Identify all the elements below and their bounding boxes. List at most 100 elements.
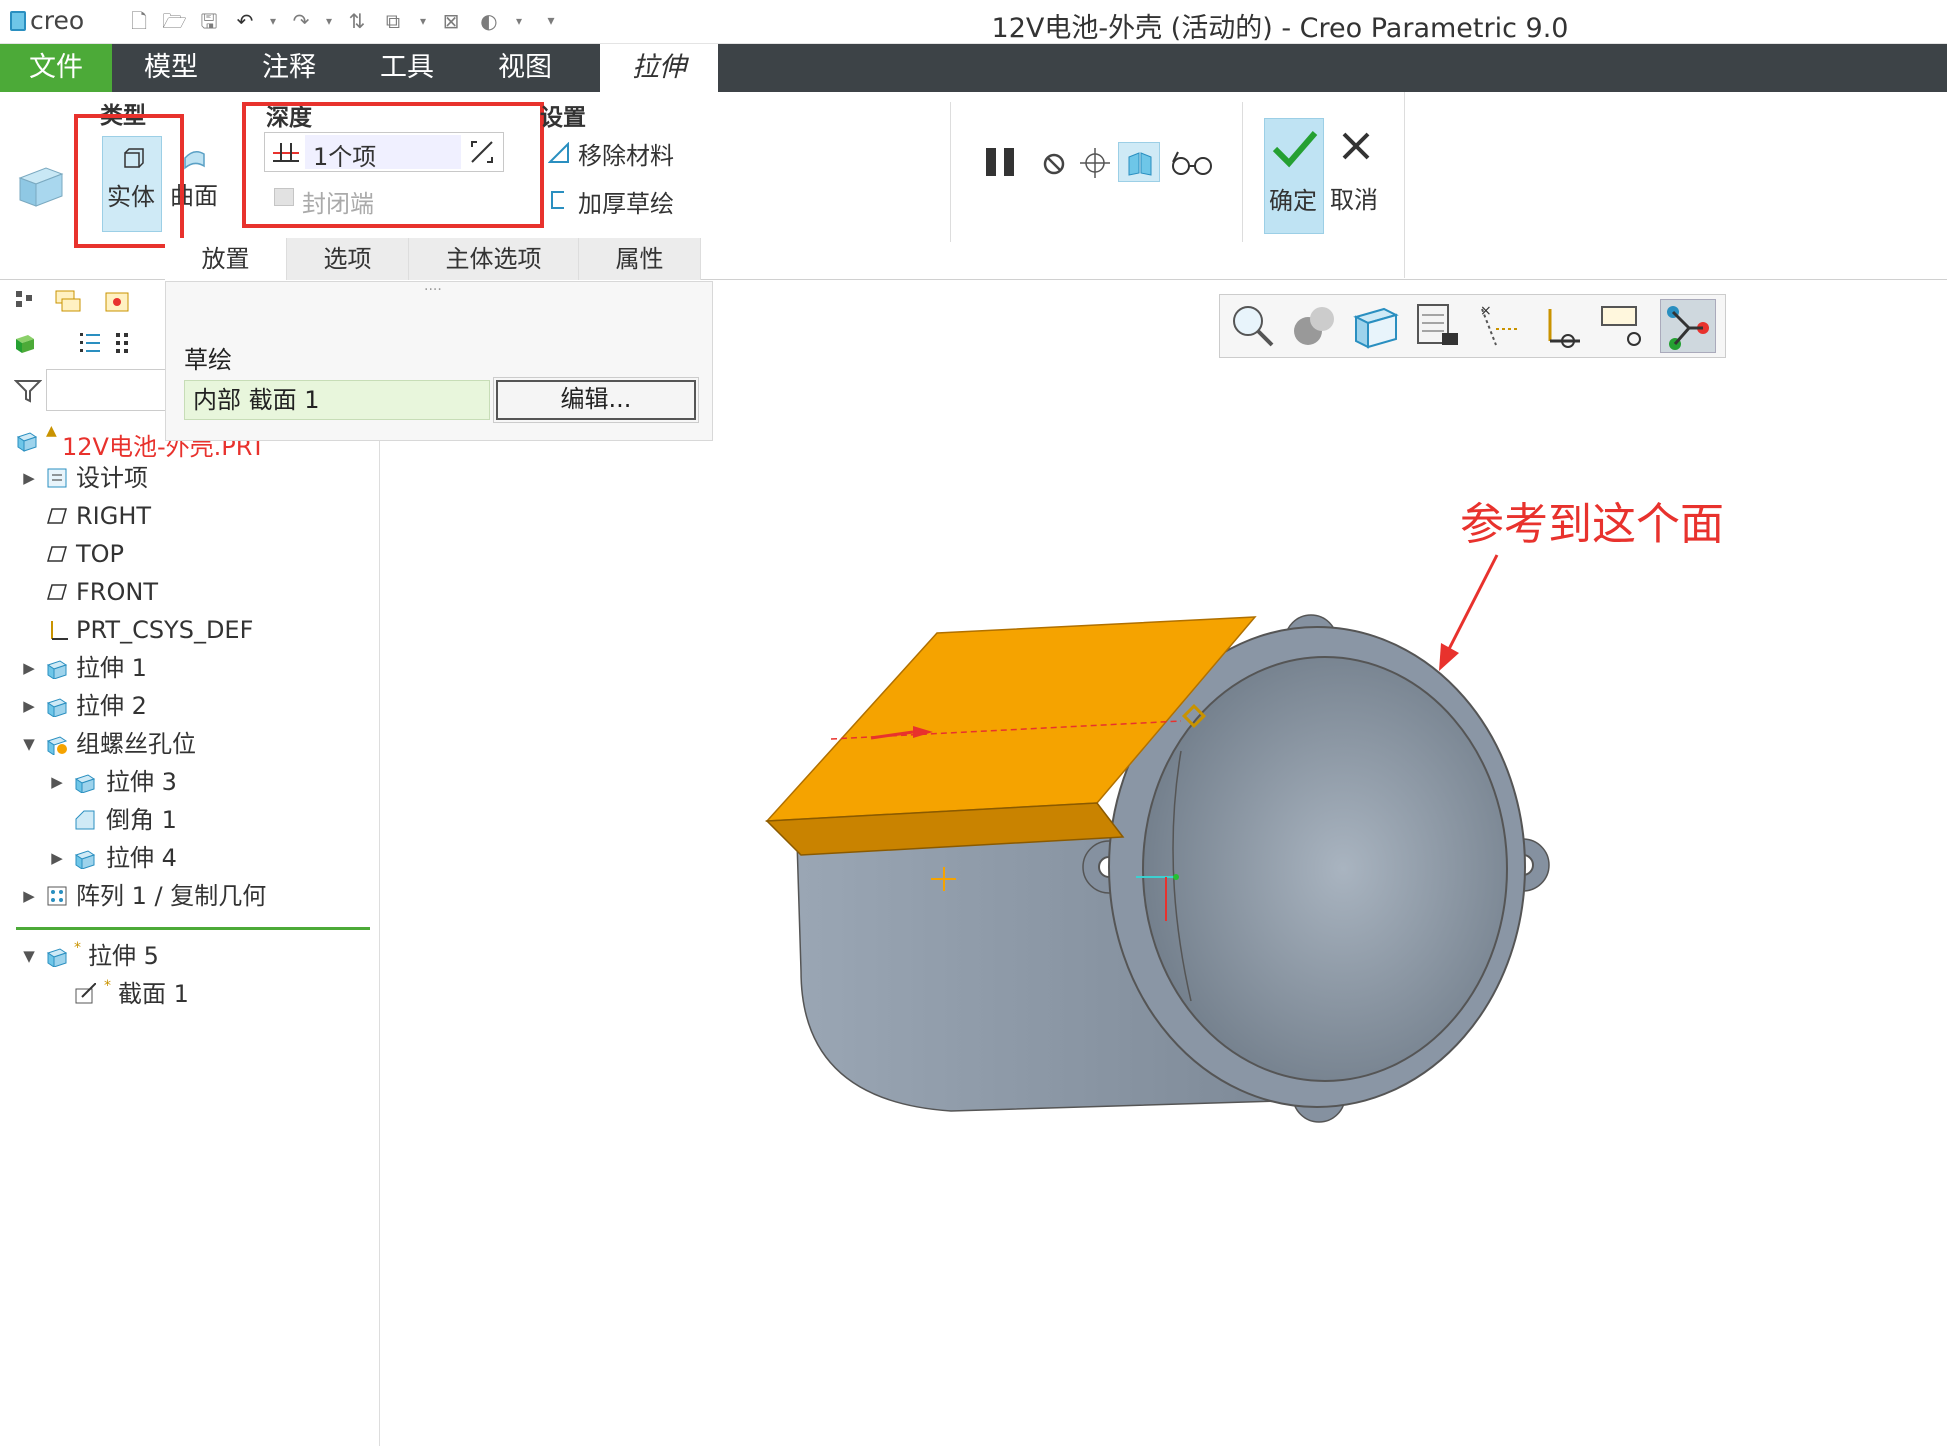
extrude-icon: [74, 774, 96, 793]
window-title: 12V电池-外壳 (活动的) - Creo Parametric 9.0: [991, 13, 1569, 44]
cancel-label: 取消: [1330, 186, 1378, 214]
collapse-icon[interactable]: ▼: [20, 725, 38, 763]
joined-preview-button[interactable]: [1118, 142, 1160, 182]
panel-grip[interactable]: ....: [424, 278, 442, 294]
surface-icon: [184, 151, 205, 170]
svg-text:×: ×: [1480, 303, 1492, 319]
csys-display-icon[interactable]: [1536, 301, 1588, 351]
tab-annotate[interactable]: 注释: [230, 44, 348, 92]
sketch-collector[interactable]: 内部 截面 1: [184, 380, 490, 420]
expand-icon[interactable]: ▶: [20, 459, 38, 497]
thicken-sketch-icon[interactable]: [550, 190, 570, 210]
redo-icon[interactable]: ↷: [290, 8, 312, 34]
spin-center-icon: [1667, 306, 1709, 350]
checkmark-icon: [1272, 131, 1318, 168]
confirm-label: 确定: [1269, 187, 1317, 215]
new-file-icon[interactable]: 🗋: [128, 8, 150, 34]
verify-mode-icon[interactable]: [1170, 148, 1214, 178]
undo-icon[interactable]: ↶: [234, 8, 256, 34]
model-tree-tab-icon[interactable]: [14, 289, 38, 315]
customize-qat-icon[interactable]: ▾: [540, 8, 562, 34]
tab-tools[interactable]: 工具: [348, 44, 466, 92]
save-icon[interactable]: 🖫: [198, 8, 220, 34]
edit-sketch-button[interactable]: 编辑...: [493, 377, 699, 423]
expand-icon[interactable]: ▶: [48, 763, 66, 801]
datum-plane-icon: [47, 508, 67, 524]
tree-row-screw-hole-group[interactable]: ▼ 组螺丝孔位: [0, 725, 370, 763]
filter-icon[interactable]: [14, 377, 42, 403]
layer-tree-tab-icon[interactable]: [54, 289, 82, 315]
tab-placement[interactable]: 放置: [165, 238, 287, 280]
tree-row-extrude-2[interactable]: ▶ 拉伸 2: [0, 687, 370, 725]
joined-preview-icon: [1128, 152, 1152, 176]
tree-search-input[interactable]: [46, 369, 166, 411]
model-3d-view[interactable]: [381, 281, 1947, 1446]
datum-plane-icon: [47, 546, 67, 562]
tab-model[interactable]: 模型: [112, 44, 230, 92]
tree-row-top[interactable]: TOP: [0, 535, 370, 573]
redo-dropdown-icon[interactable]: ▾: [318, 8, 340, 34]
expand-icon[interactable]: ▶: [48, 839, 66, 877]
remove-material-label[interactable]: 移除材料: [578, 136, 674, 171]
open-file-icon[interactable]: 🗁: [162, 8, 187, 34]
tree-row-pattern-1[interactable]: ▶ 阵列 1 / 复制几何: [0, 877, 370, 915]
close-window-icon[interactable]: ⊠: [440, 8, 462, 34]
thicken-sketch-label[interactable]: 加厚草绘: [578, 184, 674, 219]
tree-row-csys[interactable]: PRT_CSYS_DEF: [0, 611, 370, 649]
ribbon-tab-bar: 文件 模型 注释 工具 视图 拉伸: [0, 44, 1947, 92]
favorites-tab-icon[interactable]: [104, 289, 132, 315]
chamfer-icon: [75, 810, 95, 830]
tree-row-extrude-5[interactable]: ▼ * 拉伸 5: [0, 937, 370, 975]
tree-row-extrude-4[interactable]: ▶ 拉伸 4: [0, 839, 370, 877]
insert-here-indicator[interactable]: [16, 927, 370, 930]
tab-options[interactable]: 选项: [287, 238, 409, 280]
group-icon: [46, 736, 68, 755]
refit-icon[interactable]: [1226, 301, 1278, 351]
view-manager-icon[interactable]: [1412, 301, 1464, 351]
warning-icon: ▲: [46, 423, 57, 439]
display-style-icon[interactable]: [1288, 301, 1340, 351]
tab-properties[interactable]: 属性: [579, 238, 701, 280]
tree-row-design-items[interactable]: ▶ 设计项: [0, 459, 370, 497]
title-bar: creo 🗋 🗁 🖫 ↶ ▾ ↷ ▾ ⇅ ⧉ ▾ ⊠ ◐ ▾ ▾ 12V电池-外…: [0, 0, 1947, 44]
undo-dropdown-icon[interactable]: ▾: [262, 8, 284, 34]
remove-material-icon[interactable]: [548, 142, 570, 164]
tree-row-right[interactable]: RIGHT: [0, 497, 370, 535]
annotation-text: 参考到这个面: [1460, 499, 1724, 550]
logo-text: creo: [30, 6, 85, 35]
confirm-button[interactable]: 确定: [1264, 118, 1324, 234]
tab-extrude[interactable]: 拉伸: [600, 44, 718, 92]
annotation-display-icon[interactable]: [1598, 301, 1650, 351]
no-preview-icon[interactable]: [1040, 150, 1068, 178]
regenerate-icon[interactable]: ⇅: [346, 8, 368, 34]
tree-filter-columns-icon[interactable]: [114, 331, 134, 355]
windows-icon[interactable]: ⧉: [382, 8, 404, 34]
tree-row-chamfer-1[interactable]: 倒角 1: [0, 801, 370, 839]
appearance-icon[interactable]: ◐: [478, 8, 500, 34]
datum-display-icon[interactable]: ×: [1474, 301, 1526, 351]
settings-group-label: 设置: [540, 105, 586, 131]
tree-row-section-1[interactable]: * 截面 1: [0, 975, 370, 1013]
tab-view[interactable]: 视图: [466, 44, 584, 92]
spin-center-button[interactable]: [1660, 299, 1716, 353]
show-icon[interactable]: [14, 331, 38, 355]
tree-row-extrude-1[interactable]: ▶ 拉伸 1: [0, 649, 370, 687]
graphics-viewport[interactable]: [381, 281, 1947, 1446]
extrude-feature-icon: [18, 167, 64, 207]
tab-file[interactable]: 文件: [0, 44, 112, 92]
expand-icon[interactable]: ▶: [20, 877, 38, 915]
windows-dropdown-icon[interactable]: ▾: [412, 8, 434, 34]
expand-icon[interactable]: ▶: [20, 687, 38, 725]
collapse-icon[interactable]: ▼: [20, 937, 38, 975]
cancel-button[interactable]: 取消: [1326, 118, 1386, 234]
tree-row-extrude-3[interactable]: ▶ 拉伸 3: [0, 763, 370, 801]
tree-settings-icon[interactable]: [78, 331, 102, 355]
tree-row-front[interactable]: FRONT: [0, 573, 370, 611]
tab-body-options[interactable]: 主体选项: [409, 238, 579, 280]
appearance-dropdown-icon[interactable]: ▾: [508, 8, 530, 34]
expand-icon[interactable]: ▶: [20, 649, 38, 687]
saved-orientations-icon[interactable]: [1350, 301, 1402, 351]
creo-logo: creo: [10, 6, 84, 35]
separate-preview-icon[interactable]: [1078, 146, 1112, 180]
pause-icon[interactable]: [982, 144, 1022, 180]
